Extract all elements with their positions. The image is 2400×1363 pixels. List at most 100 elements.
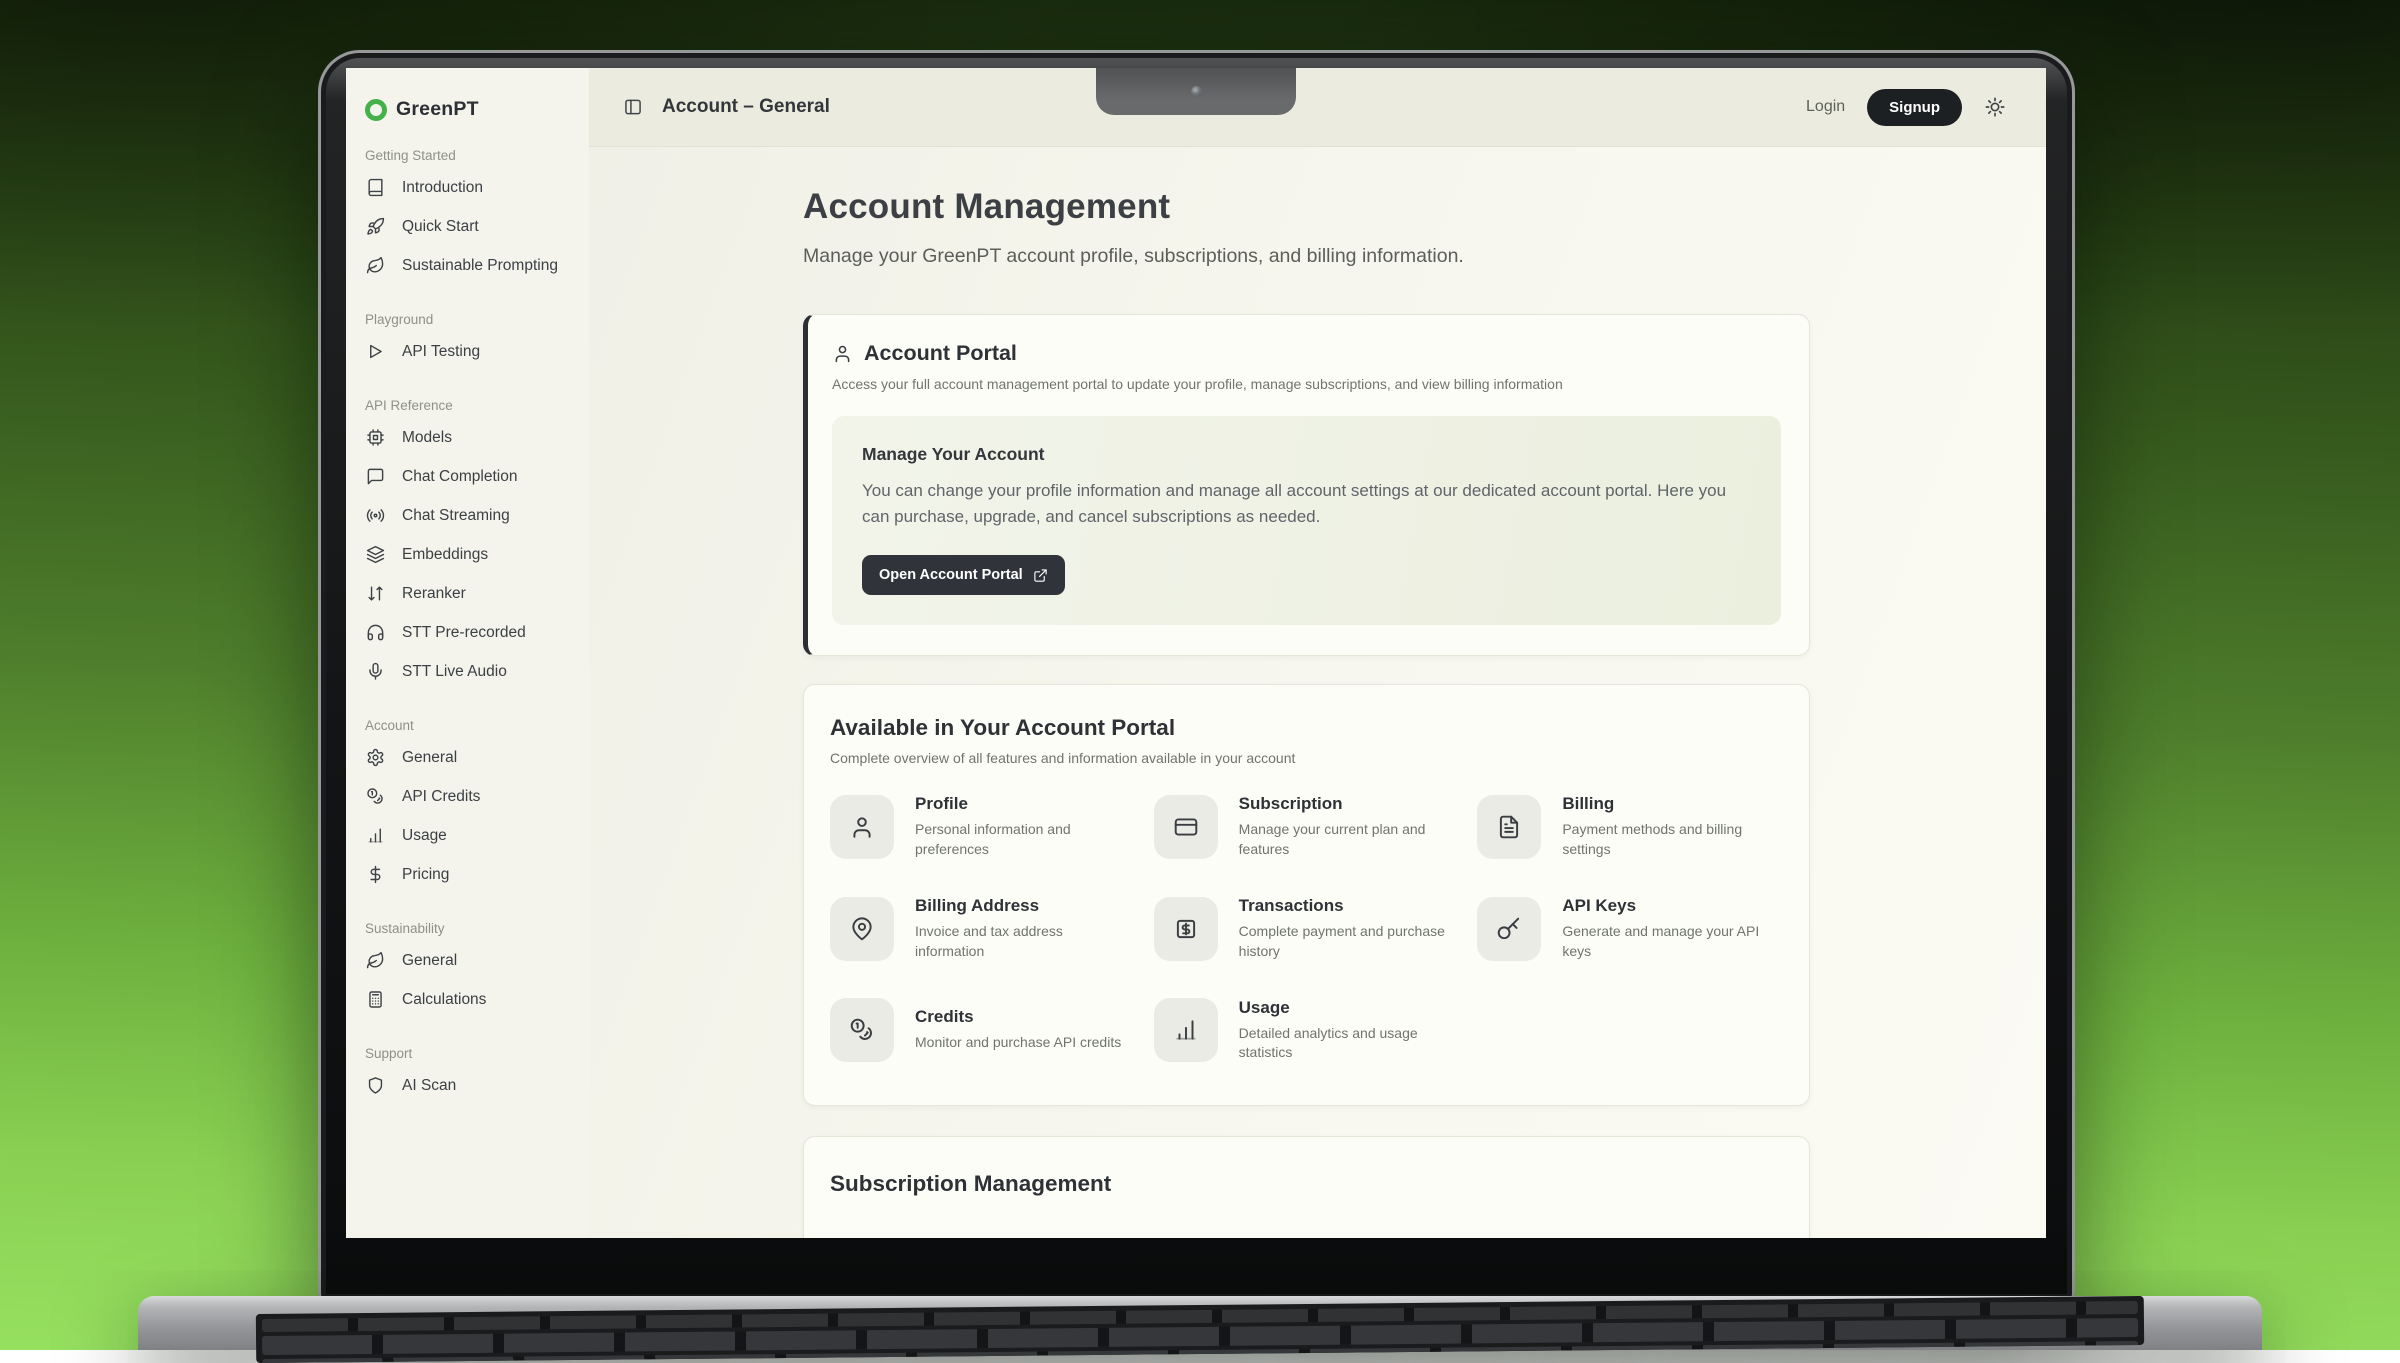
features-card: Available in Your Account Portal Complet… xyxy=(803,684,1810,1106)
page-subtitle: Manage your GreenPT account profile, sub… xyxy=(803,245,1810,268)
feature-profile: ProfilePersonal information and preferen… xyxy=(830,794,1136,860)
feature-description: Manage your current plan and features xyxy=(1239,820,1460,860)
sidebar-item-api-reference-embeddings[interactable]: Embeddings xyxy=(346,535,589,574)
sidebar-item-getting-started-introduction[interactable]: Introduction xyxy=(346,168,589,207)
portal-card-header: Account Portal xyxy=(832,341,1781,366)
sidebar-item-api-reference-stt-live-audio[interactable]: STT Live Audio xyxy=(346,652,589,691)
calculator-icon xyxy=(366,990,385,1009)
sidebar-item-playground-api-testing[interactable]: API Testing xyxy=(346,332,589,371)
sidebar-item-label: Quick Start xyxy=(402,218,479,236)
sidebar-item-api-reference-chat-completion[interactable]: Chat Completion xyxy=(346,457,589,496)
page-heading: Account Management xyxy=(803,187,1810,227)
feature-text: API Keys Generate and manage your API key… xyxy=(1562,896,1783,962)
credit-card-icon xyxy=(1154,795,1218,859)
sidebar-item-support-ai-scan[interactable]: AI Scan xyxy=(346,1066,589,1105)
user-icon xyxy=(830,795,894,859)
sidebar-item-api-reference-reranker[interactable]: Reranker xyxy=(346,574,589,613)
book-icon xyxy=(366,178,385,197)
feature-title: Billing xyxy=(1562,794,1783,814)
login-link[interactable]: Login xyxy=(1806,98,1845,116)
feature-description: Payment methods and billing settings xyxy=(1562,820,1783,860)
feature-title: Transactions xyxy=(1239,896,1460,916)
sidebar-item-api-reference-chat-streaming[interactable]: Chat Streaming xyxy=(346,496,589,535)
laptop-screen-frame: GreenPT Getting Started Introduction Quick… xyxy=(318,50,2075,1302)
coins-icon xyxy=(830,998,894,1062)
coins-icon xyxy=(366,787,385,806)
feature-title: Credits xyxy=(915,1007,1121,1027)
manage-account-title: Manage Your Account xyxy=(862,444,1751,465)
sidebar-section-getting-started: Getting Started xyxy=(346,148,589,163)
layers-icon xyxy=(366,545,385,564)
open-account-portal-label: Open Account Portal xyxy=(879,567,1023,583)
feature-credits: Credits Monitor and purchase API credits xyxy=(830,998,1136,1064)
manage-account-body: You can change your profile information … xyxy=(862,478,1742,529)
main-content: Account Management Manage your GreenPT a… xyxy=(589,147,2046,1238)
feature-description: Detailed analytics and usage statistics xyxy=(1239,1024,1460,1064)
sidebar-item-label: Introduction xyxy=(402,179,483,197)
feature-text: Credits Monitor and purchase API credits xyxy=(915,1007,1121,1053)
feature-text: Usage Detailed analytics and usage statis… xyxy=(1239,998,1460,1064)
feature-title: Usage xyxy=(1239,998,1460,1018)
feature-billing-address: Billing AddressInvoice and tax address i… xyxy=(830,896,1136,962)
feature-description: Invoice and tax address information xyxy=(915,922,1136,962)
feature-text: TransactionsComplete payment and purchas… xyxy=(1239,896,1460,962)
broadcast-icon xyxy=(366,506,385,525)
sidebar-item-getting-started-quick-start[interactable]: Quick Start xyxy=(346,207,589,246)
sidebar-item-api-reference-stt-pre-recorded[interactable]: STT Pre-recorded xyxy=(346,613,589,652)
feature-text: ProfilePersonal information and preferen… xyxy=(915,794,1136,860)
feature-text: Billing Payment methods and billing setti… xyxy=(1562,794,1783,860)
sidebar-item-label: API Testing xyxy=(402,343,480,361)
feature-description: Monitor and purchase API credits xyxy=(915,1033,1121,1053)
sidebar-section-playground: Playground xyxy=(346,312,589,327)
sidebar-item-account-pricing[interactable]: Pricing xyxy=(346,855,589,894)
brand-name: GreenPT xyxy=(396,98,479,121)
feature-title: API Keys xyxy=(1562,896,1783,916)
sidebar-item-account-api-credits[interactable]: API Credits xyxy=(346,777,589,816)
sidebar-item-api-reference-models[interactable]: Models xyxy=(346,418,589,457)
sidebar-item-account-usage[interactable]: Usage xyxy=(346,816,589,855)
sidebar-item-label: Chat Completion xyxy=(402,468,517,486)
open-account-portal-button[interactable]: Open Account Portal xyxy=(862,555,1065,595)
sidebar-item-label: Reranker xyxy=(402,585,466,603)
dollar-icon xyxy=(366,865,385,884)
sidebar-item-sustainability-calculations[interactable]: Calculations xyxy=(346,980,589,1019)
feature-usage: Usage Detailed analytics and usage statis… xyxy=(1154,998,1460,1064)
content-column: Account Management Manage your GreenPT a… xyxy=(803,187,1810,1238)
sidebar-section-account: Account xyxy=(346,718,589,733)
sidebar-item-account-general[interactable]: General xyxy=(346,738,589,777)
sidebar-toggle-icon[interactable] xyxy=(623,97,643,117)
manage-account-panel: Manage Your Account You can change your … xyxy=(832,416,1781,625)
laptop-base xyxy=(138,1296,2262,1350)
headphones-icon xyxy=(366,623,385,642)
feature-transactions: TransactionsComplete payment and purchas… xyxy=(1154,896,1460,962)
app-window: GreenPT Getting Started Introduction Quick… xyxy=(346,68,2046,1238)
brand-logo[interactable]: GreenPT xyxy=(346,68,589,121)
sidebar-item-label: STT Live Audio xyxy=(402,663,507,681)
chat-icon xyxy=(366,467,385,486)
sidebar-item-sustainability-general[interactable]: General xyxy=(346,941,589,980)
sidebar-item-label: Usage xyxy=(402,827,447,845)
feature-text: SubscriptionManage your current plan and… xyxy=(1239,794,1460,860)
sidebar: GreenPT Getting Started Introduction Quick… xyxy=(346,68,590,1238)
sidebar-item-label: General xyxy=(402,749,457,767)
sidebar-item-label: API Credits xyxy=(402,788,480,806)
sidebar-section-sustainability: Sustainability xyxy=(346,921,589,936)
sidebar-item-label: Chat Streaming xyxy=(402,507,510,525)
sidebar-section-support: Support xyxy=(346,1046,589,1061)
sidebar-item-getting-started-sustainable-prompting[interactable]: Sustainable Prompting xyxy=(346,246,589,285)
signup-button[interactable]: Signup xyxy=(1867,89,1962,126)
camera-dot xyxy=(1191,86,1202,97)
greenpt-logo-icon xyxy=(365,99,387,121)
camera-notch xyxy=(1096,68,1296,115)
sidebar-item-label: General xyxy=(402,952,457,970)
theme-toggle-sun-icon[interactable] xyxy=(1984,96,2006,118)
laptop-keyboard xyxy=(256,1296,2144,1363)
sort-icon xyxy=(366,584,385,603)
sidebar-item-label: AI Scan xyxy=(402,1077,456,1095)
bar-chart-icon xyxy=(1154,998,1218,1062)
desktop-background: GreenPT Getting Started Introduction Quick… xyxy=(0,0,2400,1350)
external-link-icon xyxy=(1033,568,1048,583)
feature-description: Generate and manage your API keys xyxy=(1562,922,1783,962)
sidebar-item-label: Models xyxy=(402,429,452,447)
key-icon xyxy=(1477,897,1541,961)
